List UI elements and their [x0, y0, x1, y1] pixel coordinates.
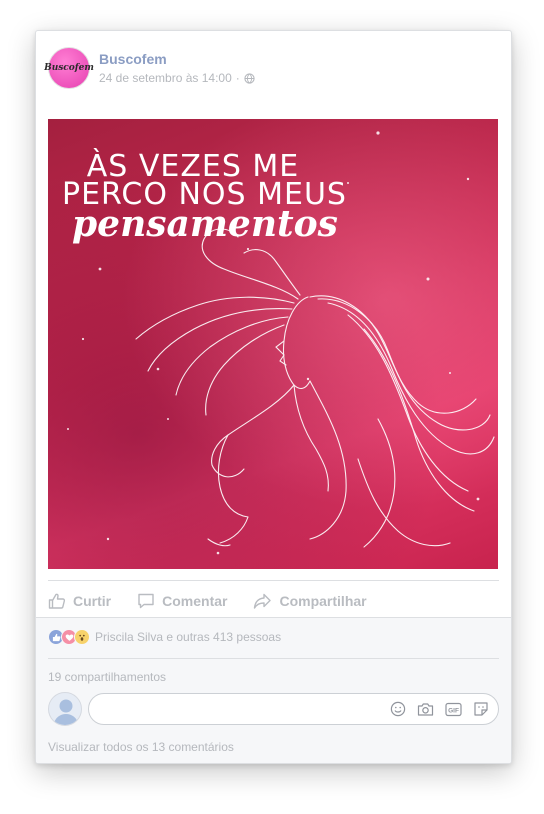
- footer-divider: [48, 658, 499, 659]
- page-avatar[interactable]: Buscofem: [44, 47, 94, 89]
- post-actions-bar: Curtir Comentar Compartilhar: [48, 587, 499, 615]
- view-all-comments-link[interactable]: Visualizar todos os 13 comentários: [48, 740, 234, 754]
- avatar-logo-text: Buscofem: [44, 63, 94, 73]
- shares-count-link[interactable]: 19 compartilhamentos: [48, 670, 166, 684]
- like-button[interactable]: Curtir: [48, 592, 111, 610]
- user-avatar: [48, 692, 82, 726]
- globe-icon[interactable]: [244, 72, 255, 84]
- comment-input-icons: GIF: [390, 701, 489, 722]
- share-button[interactable]: Compartilhar: [253, 592, 367, 610]
- post-card: Buscofem Buscofem 24 de setembro às 14:0…: [35, 30, 512, 764]
- share-label: Compartilhar: [279, 593, 367, 609]
- emoji-icon[interactable]: [390, 701, 406, 722]
- sticker-icon[interactable]: [473, 701, 489, 722]
- like-label: Curtir: [73, 593, 112, 609]
- camera-icon[interactable]: [417, 702, 434, 722]
- comment-bubble-icon: [138, 593, 154, 609]
- reactions-text: Priscila Silva e outras 413 pessoas: [95, 630, 282, 644]
- comment-composer: GIF: [48, 692, 499, 728]
- share-arrow-icon: [254, 593, 272, 609]
- gif-icon[interactable]: GIF: [445, 702, 462, 722]
- reactions-summary[interactable]: Priscila Silva e outras 413 pessoas: [48, 629, 281, 645]
- comment-button[interactable]: Comentar: [137, 592, 227, 610]
- comment-label: Comentar: [162, 593, 228, 609]
- wow-reaction-icon: [74, 629, 90, 645]
- actions-divider: [48, 580, 499, 581]
- post-image[interactable]: ÀS VEZES ME PERCO NOS MEUS pensamentos: [48, 119, 498, 569]
- meta-separator: ·: [235, 71, 240, 85]
- page-name-link[interactable]: Buscofem: [99, 51, 167, 67]
- gif-icon-label: GIF: [448, 707, 459, 714]
- post-footer: Priscila Silva e outras 413 pessoas 19 c…: [36, 617, 511, 763]
- post-meta: 24 de setembro às 14:00 ·: [99, 71, 255, 85]
- image-headline-script: pensamentos: [72, 203, 338, 245]
- thumbs-up-icon: [48, 593, 66, 609]
- post-timestamp[interactable]: 24 de setembro às 14:00: [99, 71, 232, 85]
- post-header: Buscofem Buscofem 24 de setembro às 14:0…: [44, 47, 499, 97]
